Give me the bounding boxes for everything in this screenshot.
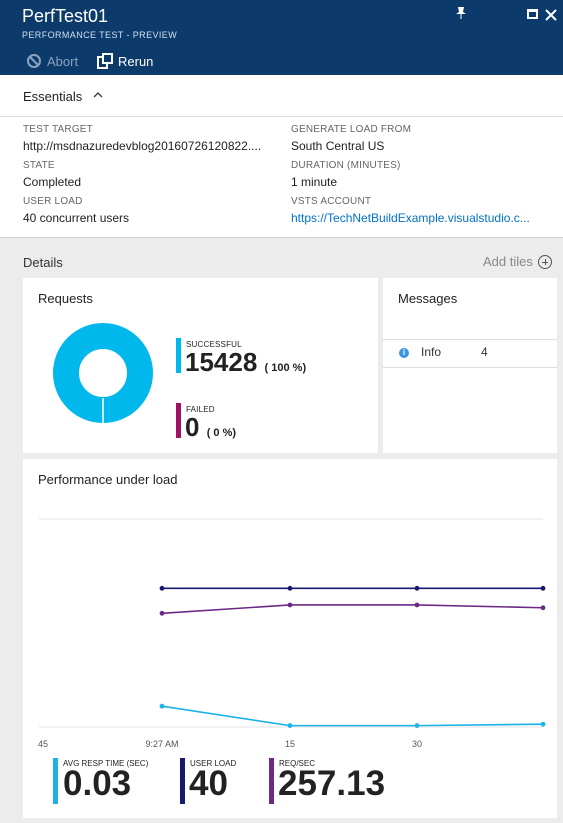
performance-chart: 45 9:27 AM 15 30	[38, 518, 546, 749]
requests-title: Requests	[38, 291, 93, 306]
page-title: PerfTest01	[22, 6, 109, 26]
series-point-1-3	[540, 605, 546, 611]
kpi-bar-resp-time	[53, 758, 58, 804]
x-tick-label-3: 30	[412, 739, 422, 749]
add-circle-icon	[537, 254, 552, 269]
successful-bar	[176, 338, 181, 373]
kpi-bar-req-sec	[269, 758, 274, 804]
close-icon[interactable]	[542, 6, 560, 24]
essentials-toggle[interactable]: Essentials	[0, 75, 563, 117]
maximize-icon[interactable]	[523, 6, 541, 24]
essentials-panel: TEST TARGET http://msdnazuredevblog20160…	[0, 117, 563, 237]
details-area: Details Add tiles Requests SUCCESSFUL 15…	[0, 237, 563, 823]
messages-divider-bottom	[383, 367, 557, 368]
details-label: Details	[23, 255, 63, 270]
series-point-2-1	[287, 723, 293, 729]
series-point-1-0	[159, 610, 165, 616]
essentials-label: Essentials	[23, 89, 83, 104]
prop-value-test-target: http://msdnazuredevblog20160726120822...…	[23, 139, 262, 153]
performance-tile[interactable]: Performance under load 45 9:27 AM 15 30 AVG…	[23, 459, 557, 818]
prop-label-test-target: TEST TARGET	[23, 124, 93, 135]
failed-percent: ( 0 %)	[206, 427, 237, 439]
prop-label-duration: DURATION (MINUTES)	[291, 160, 401, 171]
requests-tile[interactable]: Requests SUCCESSFUL 15428 ( 100 %) FAILE…	[23, 278, 378, 453]
prop-label-state: STATE	[23, 160, 55, 171]
vsts-account-link[interactable]: https://TechNetBuildExample.visualstudio…	[291, 211, 549, 225]
series-point-0-1	[287, 585, 293, 591]
command-bar: Abort Rerun	[0, 50, 563, 72]
series-point-0-0	[159, 585, 165, 591]
series-point-1-1	[287, 602, 293, 608]
failed-value: 0 ( 0 %)	[185, 412, 236, 443]
series-point-2-3	[540, 721, 546, 727]
series-line-1	[161, 604, 544, 615]
successful-value: 15428 ( 100 %)	[185, 347, 306, 378]
abort-icon	[26, 53, 42, 69]
pin-icon[interactable]	[452, 6, 470, 24]
info-icon: i	[399, 348, 409, 358]
page-subtitle: PERFORMANCE TEST - PREVIEW	[22, 30, 178, 40]
successful-count: 15428	[185, 347, 258, 377]
failed-bar	[176, 403, 181, 438]
x-tick-label-1: 9:27 AM	[145, 739, 178, 749]
prop-value-duration: 1 minute	[291, 175, 338, 189]
failed-count: 0	[185, 412, 200, 442]
blade-header: PerfTest01 PERFORMANCE TEST - PREVIEW Ab…	[0, 0, 563, 75]
prop-value-user-load: 40 concurrent users	[23, 211, 130, 225]
kpi-value-resp-time: 0.03	[63, 764, 132, 803]
rerun-label: Rerun	[118, 53, 154, 69]
kpi-value-req-sec: 257.13	[278, 764, 386, 803]
requests-donut	[53, 323, 153, 423]
add-tiles-button[interactable]: Add tiles	[483, 254, 552, 269]
add-tiles-label: Add tiles	[483, 254, 533, 269]
x-tick-label-2: 15	[285, 739, 295, 749]
abort-button[interactable]: Abort	[26, 50, 78, 72]
series-point-0-2	[414, 585, 420, 591]
series-line-2	[161, 705, 544, 727]
prop-label-generate-load-from: GENERATE LOAD FROM	[291, 124, 412, 135]
message-type: Info	[421, 345, 442, 359]
series-point-2-2	[414, 723, 420, 729]
series-point-2-0	[159, 703, 165, 709]
series-point-0-3	[540, 585, 546, 591]
message-row-info[interactable]: i Info 4	[383, 340, 557, 366]
messages-tile[interactable]: Messages i Info 4	[383, 278, 557, 453]
series-point-1-2	[414, 602, 420, 608]
prop-label-vsts-account: VSTS ACCOUNT	[291, 196, 372, 207]
message-count: 4	[481, 345, 488, 359]
chevron-up-icon	[93, 92, 103, 98]
prop-label-user-load: USER LOAD	[23, 196, 83, 207]
rerun-icon	[97, 53, 113, 69]
abort-label: Abort	[47, 53, 79, 69]
prop-value-generate-load-from: South Central US	[291, 139, 385, 153]
kpi-value-user-load: 40	[189, 764, 228, 803]
messages-title: Messages	[398, 291, 458, 306]
successful-percent: ( 100 %)	[264, 362, 307, 374]
kpi-bar-user-load	[180, 758, 185, 804]
x-tick-label-0: 45	[38, 739, 48, 749]
prop-value-state: Completed	[23, 175, 82, 189]
rerun-button[interactable]: Rerun	[97, 50, 153, 72]
